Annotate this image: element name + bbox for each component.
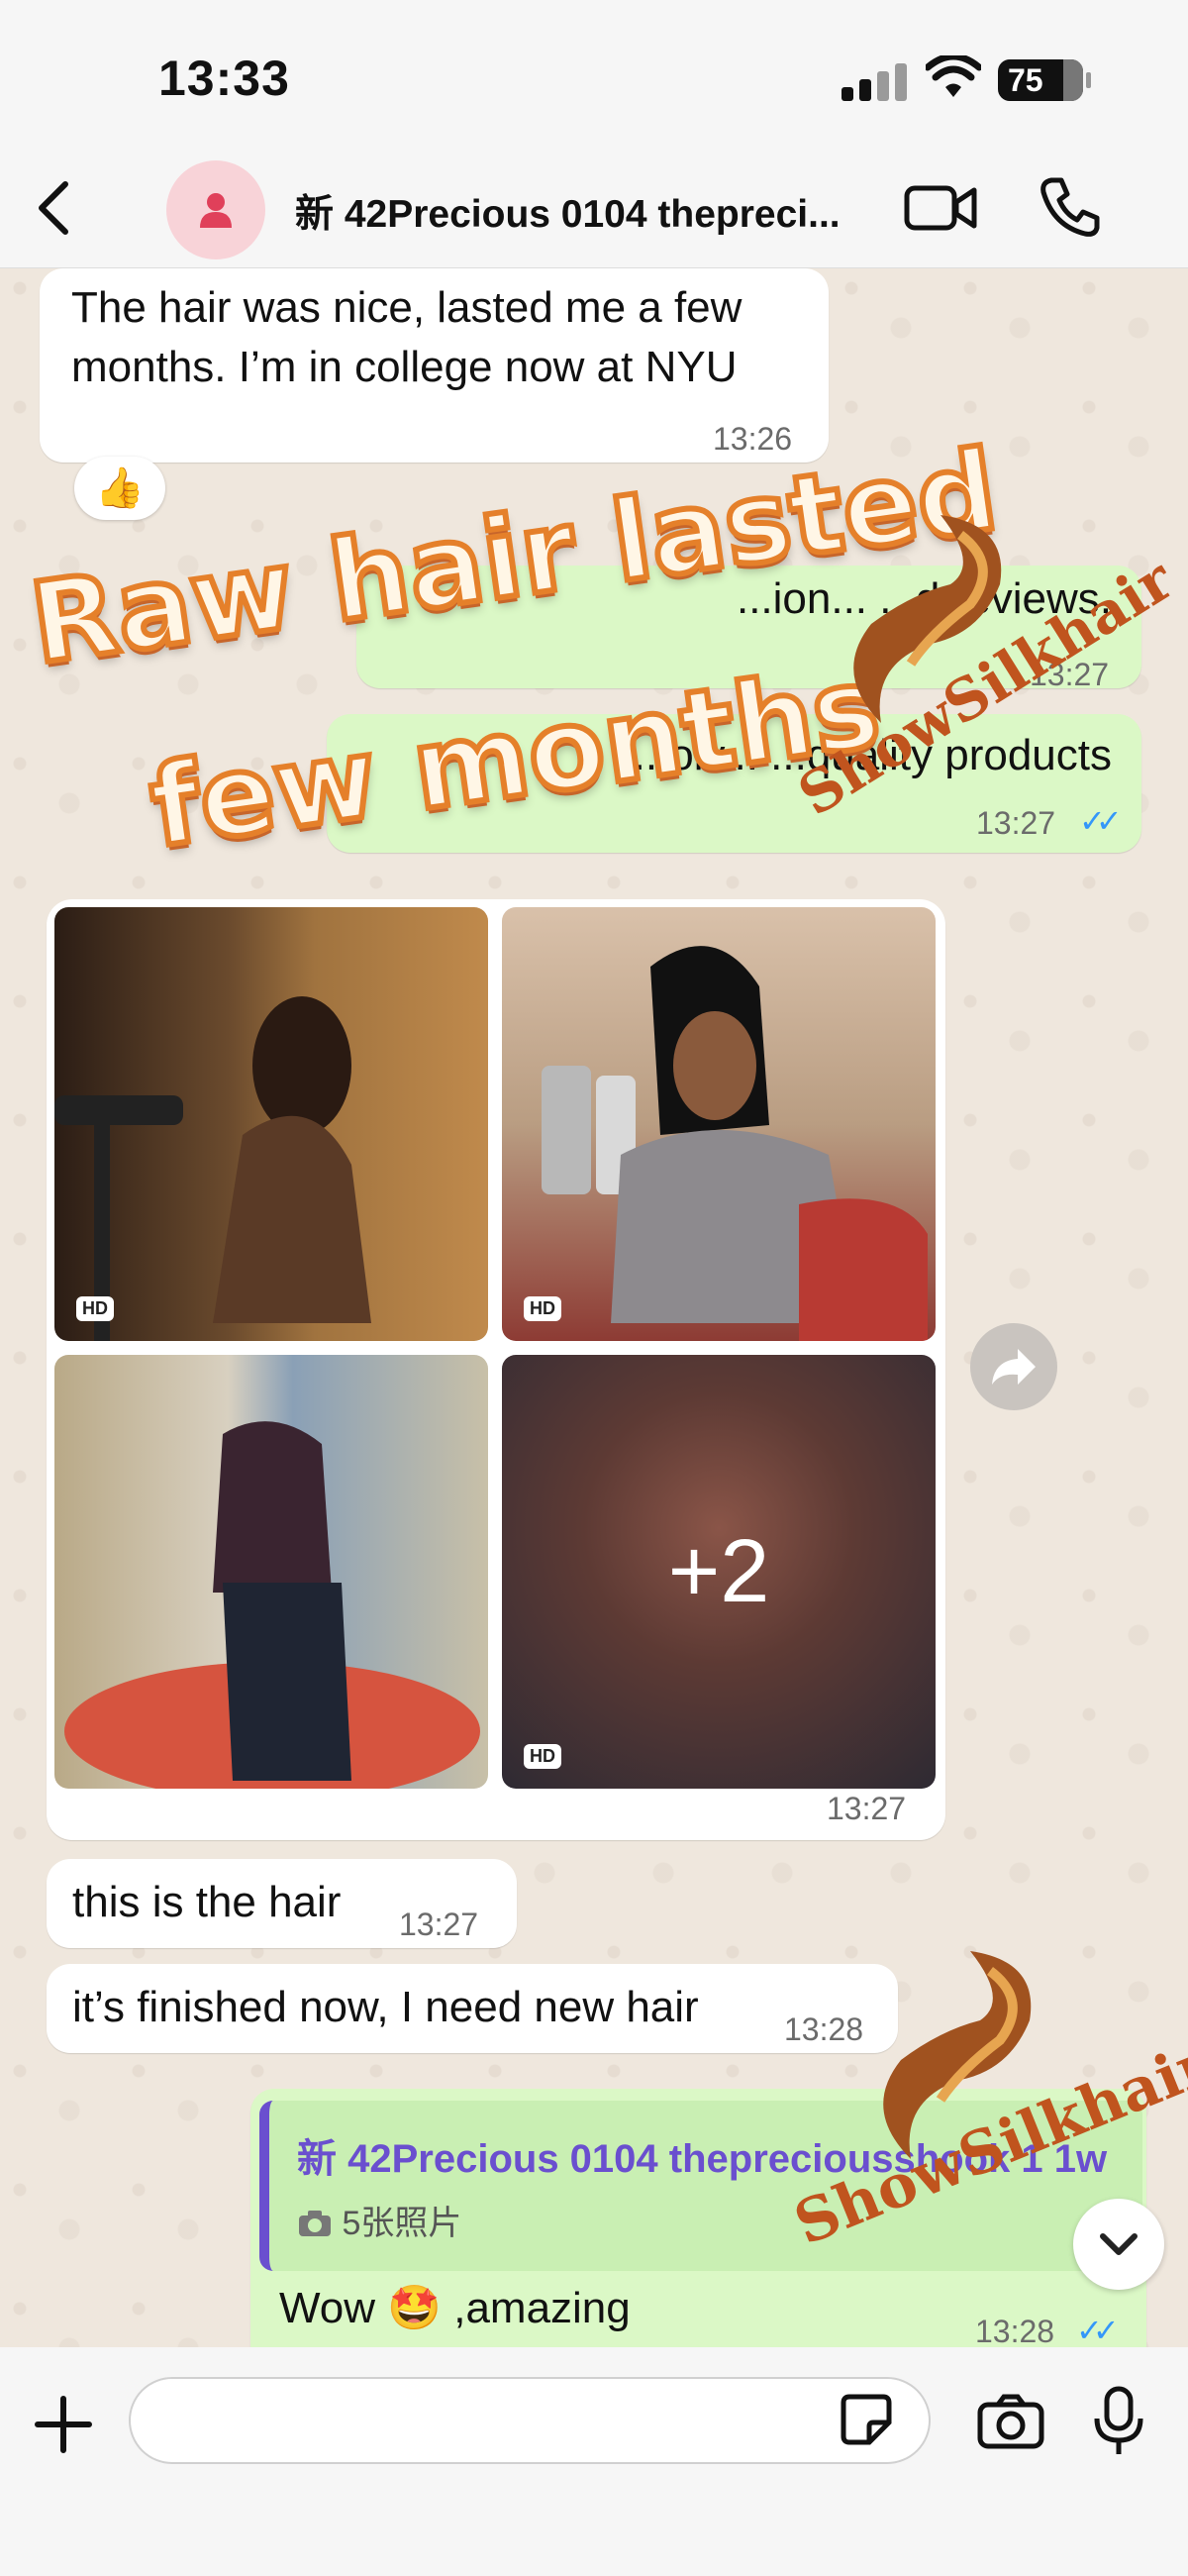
composer-bar <box>0 2347 1188 2576</box>
message-bubble[interactable]: it’s finished now, I need new hair 13:28 <box>47 1964 898 2053</box>
clock: 13:33 <box>158 51 290 106</box>
quoted-subtitle: 5张照片 <box>297 2196 461 2244</box>
camera-icon[interactable] <box>976 2391 1045 2450</box>
thumbs-up-icon: 👍 <box>95 466 145 510</box>
battery-level: 75 <box>1008 62 1043 98</box>
photo-album[interactable]: HD HD +2 HD 13:27 <box>47 899 945 1840</box>
message-time: 13:27 <box>399 1906 479 1942</box>
avatar[interactable] <box>166 160 265 259</box>
message-bubble[interactable]: this is the hair 13:27 <box>47 1859 517 1948</box>
video-call-icon[interactable] <box>903 178 978 238</box>
brand-watermark: ShowSilkhair <box>752 495 1184 829</box>
chevron-left-icon[interactable] <box>30 178 79 238</box>
person-icon <box>200 193 232 228</box>
chat-title[interactable]: 新 42Precious 0104 thepreci... <box>295 183 859 239</box>
album-photo[interactable] <box>54 1355 488 1789</box>
message-bubble[interactable]: The hair was nice, lasted me a few month… <box>40 268 829 463</box>
wifi-icon <box>926 55 981 97</box>
signal-icon <box>842 61 907 101</box>
forward-button[interactable] <box>970 1323 1057 1410</box>
read-receipt-icon: ✓✓ <box>1076 2313 1120 2348</box>
hd-badge: HD <box>524 1296 561 1321</box>
message-time: 13:28 <box>975 2314 1055 2349</box>
message-text: Wow 🤩 ,amazing <box>279 2284 631 2332</box>
sticker-icon[interactable] <box>840 2393 893 2446</box>
quoted-subtitle-text: 5张照片 <box>342 2205 462 2242</box>
forward-icon <box>992 1349 1036 1385</box>
reaction-badge[interactable]: 👍 <box>74 457 165 520</box>
read-receipt-icon: ✓✓ <box>1079 803 1123 839</box>
message-text: The hair was nice, lasted me a few month… <box>71 283 742 391</box>
battery-icon: 75 <box>998 59 1091 101</box>
hd-badge: HD <box>76 1296 114 1321</box>
status-bar: 13:33 75 <box>0 0 1188 149</box>
message-input[interactable] <box>129 2377 931 2464</box>
hd-badge: HD <box>524 1744 561 1769</box>
phone-call-icon[interactable] <box>1038 174 1103 240</box>
plus-icon[interactable] <box>32 2393 95 2456</box>
camera-small-icon <box>299 2211 331 2236</box>
photo-woman-standing <box>64 1421 480 1789</box>
chat-header: 新 42Precious 0104 thepreci... <box>0 149 1188 268</box>
message-text: this is the hair <box>72 1878 342 1926</box>
microphone-icon[interactable] <box>1091 2385 1146 2458</box>
message-time: 13:27 <box>827 1791 907 1826</box>
more-photos-count: +2 <box>667 1522 770 1621</box>
album-photo-more[interactable]: +2 HD <box>502 1355 936 1789</box>
album-photo[interactable]: HD <box>502 907 936 1341</box>
scroll-to-bottom-button[interactable] <box>1073 2199 1164 2290</box>
chevron-down-icon <box>1100 2233 1138 2255</box>
album-photo[interactable]: HD <box>54 907 488 1341</box>
message-time: 13:27 <box>976 805 1056 841</box>
photo-woman-sitting <box>54 996 371 1341</box>
photo-woman-with-phone <box>542 946 928 1341</box>
message-text: it’s finished now, I need new hair <box>72 1983 699 2031</box>
